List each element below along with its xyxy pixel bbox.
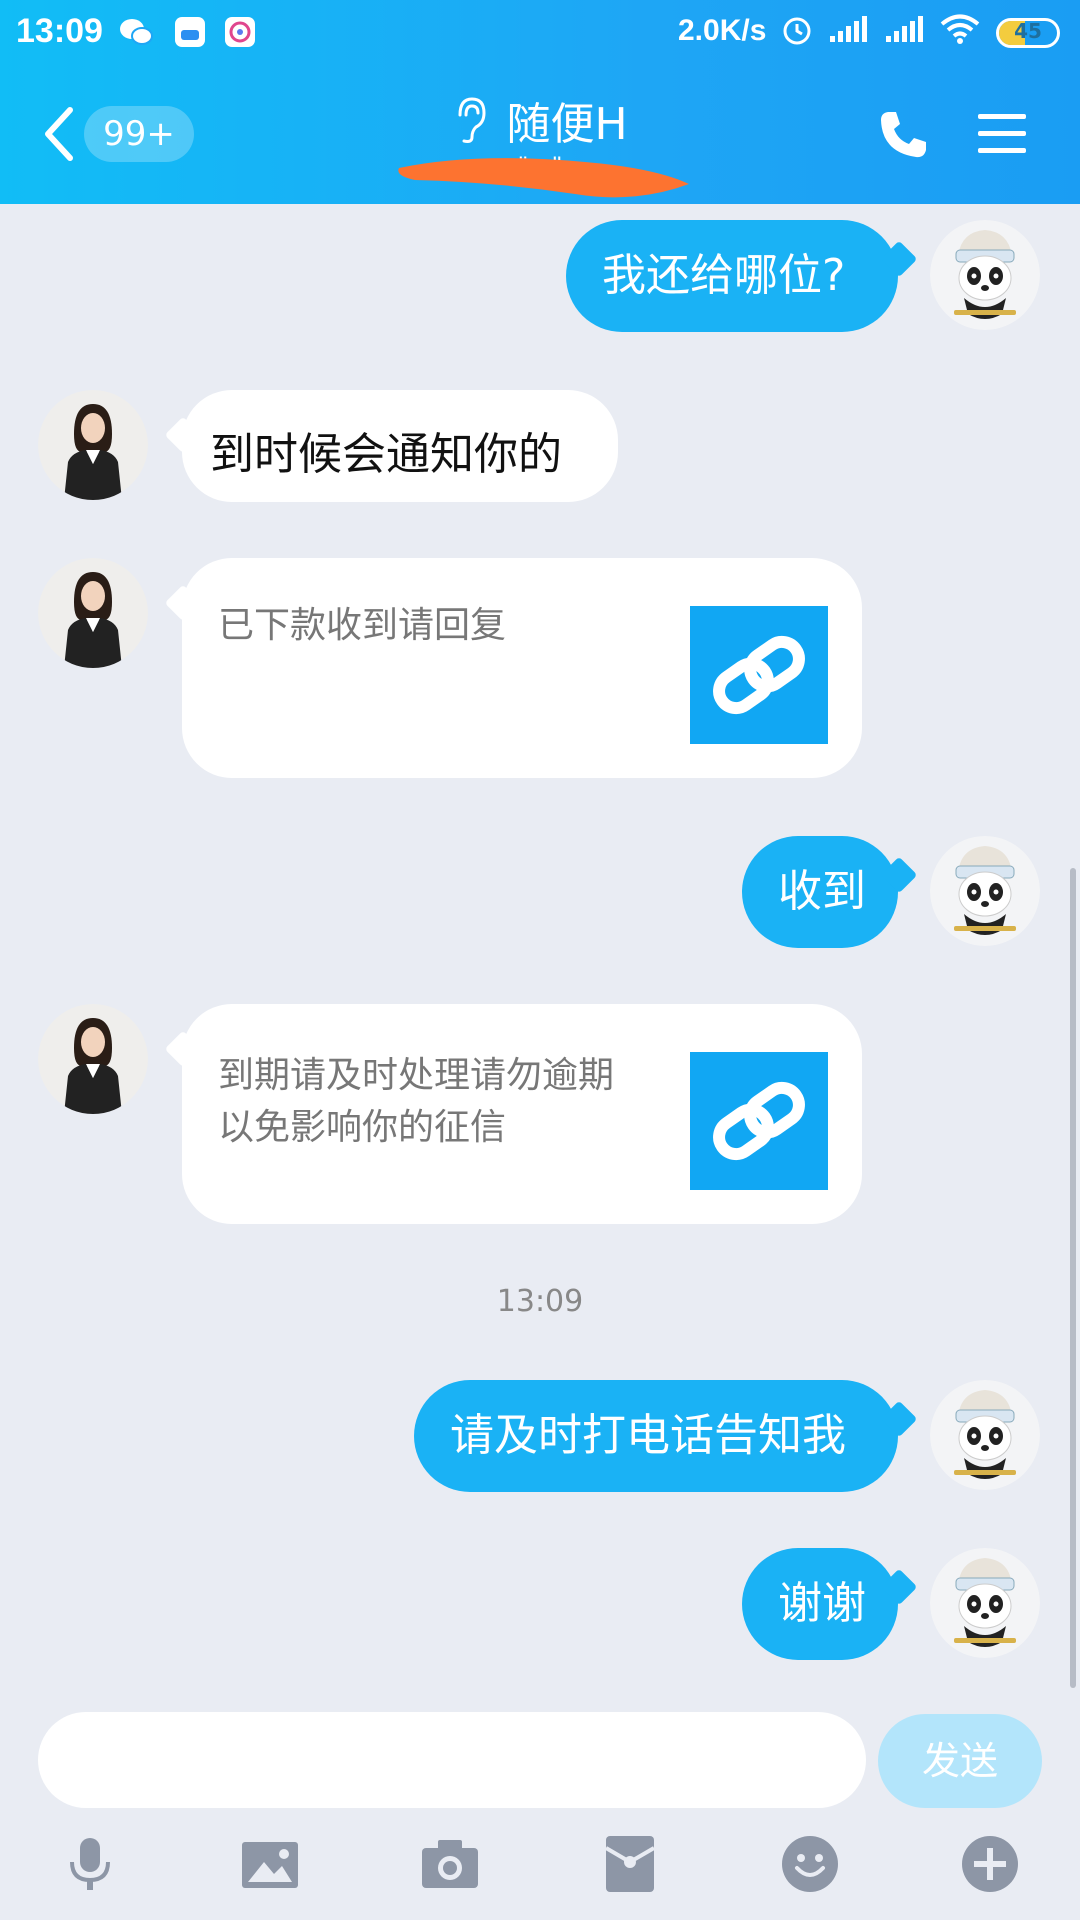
link-card-text: 已下款收到请回复 [218, 605, 507, 646]
alarm-icon [783, 17, 811, 45]
message-bubble[interactable]: 我还给哪位? [566, 220, 898, 332]
avatar[interactable] [38, 1004, 148, 1114]
link-card-text: 到期请及时处理请勿逾期以免影响你的征信 [218, 1055, 615, 1148]
header-bar: 13:09 2.0K/s 45 99+ 随便H [0, 0, 1080, 204]
avatar[interactable] [930, 220, 1040, 330]
red-packet-icon[interactable] [600, 1834, 660, 1894]
phone-icon[interactable] [878, 108, 930, 160]
status-bar: 13:09 2.0K/s 45 [0, 0, 1080, 68]
image-icon[interactable] [240, 1834, 300, 1894]
menu-icon[interactable] [976, 110, 1028, 158]
link-thumbnail [690, 606, 828, 744]
signal-icon [830, 16, 867, 42]
avatar[interactable] [930, 1548, 1040, 1658]
avatar[interactable] [38, 390, 148, 500]
redaction-mark [398, 158, 689, 198]
avatar[interactable] [38, 558, 148, 668]
qq-icon [225, 17, 255, 47]
avatar[interactable] [930, 1380, 1040, 1490]
wechat-icon [120, 19, 153, 45]
send-button[interactable]: 发送 [878, 1714, 1042, 1808]
contact-name: 随便H [506, 99, 628, 150]
link-icon [713, 635, 805, 715]
avatar[interactable] [930, 836, 1040, 946]
emoji-icon[interactable] [780, 1834, 840, 1894]
network-speed: 2.0K/s [678, 14, 767, 47]
message-bubble[interactable]: 谢谢 [742, 1548, 898, 1660]
plus-icon[interactable] [960, 1834, 1020, 1894]
status-icons [780, 12, 980, 46]
signal-icon [886, 16, 923, 42]
link-card[interactable]: 已下款收到请回复 [182, 558, 862, 778]
wifi-icon [940, 14, 980, 44]
app-icon [175, 17, 205, 47]
message-bubble[interactable]: 到时候会通知你的 [182, 390, 618, 502]
message-bubble[interactable]: 收到 [742, 836, 898, 948]
link-thumbnail [690, 1052, 828, 1190]
link-card[interactable]: 到期请及时处理请勿逾期以免影响你的征信 [182, 1004, 862, 1224]
message-input[interactable] [38, 1712, 866, 1808]
time-separator: 13:09 [496, 1284, 584, 1319]
microphone-icon[interactable] [60, 1834, 120, 1894]
battery-icon: 45 [996, 18, 1060, 48]
status-time: 13:09 [16, 12, 103, 50]
camera-icon[interactable] [420, 1834, 480, 1894]
message-text: 到时候会通知你的 [210, 429, 562, 480]
ear-icon [458, 97, 486, 143]
scrollbar[interactable] [1070, 868, 1076, 1688]
message-bubble[interactable]: 请及时打电话告知我 [414, 1380, 898, 1492]
battery-level: 45 [1014, 19, 1042, 43]
link-icon [713, 1081, 805, 1161]
